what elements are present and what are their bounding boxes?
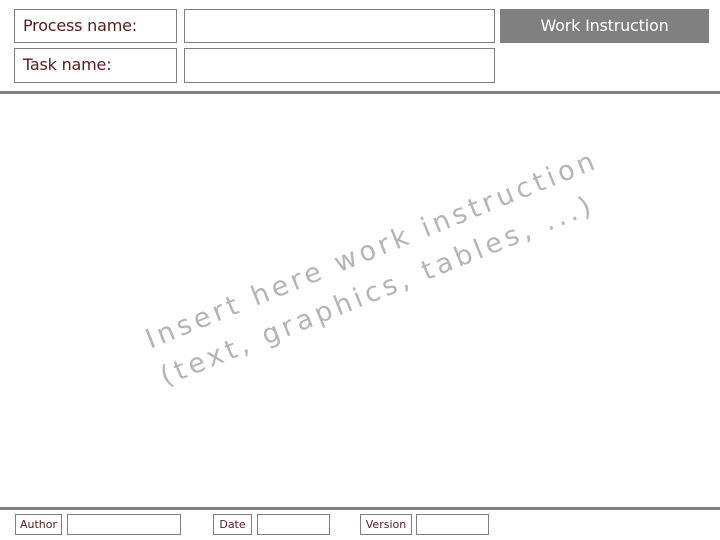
date-label: Date: [213, 514, 252, 535]
date-field[interactable]: [257, 514, 330, 535]
version-label: Version: [360, 514, 412, 535]
task-name-label: Task name:: [14, 48, 177, 83]
author-label: Author: [15, 514, 62, 535]
header-divider: [0, 91, 720, 94]
process-name-field[interactable]: [184, 9, 495, 43]
footer-divider: [0, 507, 720, 510]
process-name-label: Process name:: [14, 9, 177, 43]
version-field[interactable]: [416, 514, 489, 535]
document-type-banner: Work Instruction: [500, 9, 709, 43]
author-field[interactable]: [67, 514, 181, 535]
task-name-field[interactable]: [184, 48, 495, 83]
content-placeholder[interactable]: Insert here work instruction (text, grap…: [140, 145, 603, 397]
